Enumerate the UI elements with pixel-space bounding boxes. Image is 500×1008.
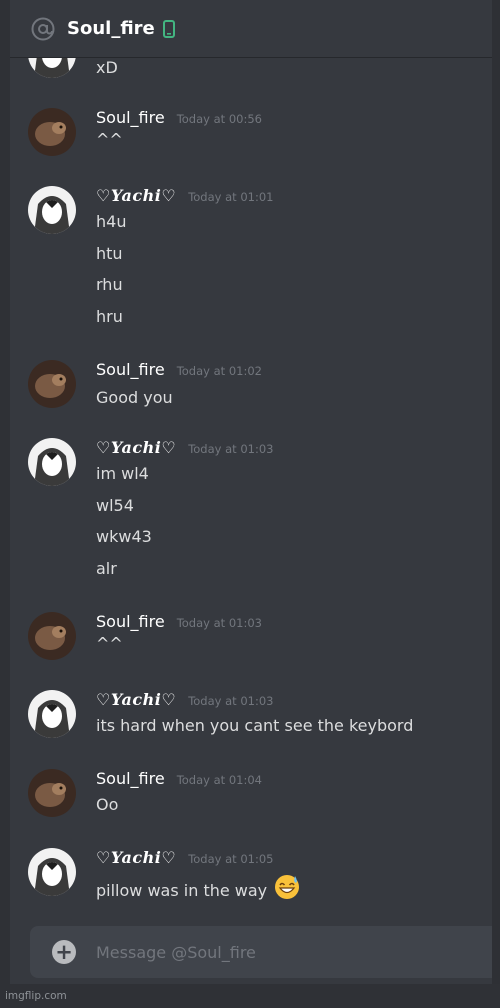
avatar[interactable]	[28, 186, 76, 234]
avatar[interactable]	[28, 438, 76, 486]
message-text: rhu	[96, 275, 123, 294]
timestamp: Today at 01:04	[176, 773, 262, 787]
side-strip	[0, 0, 10, 1008]
watermark: imgflip.com	[5, 990, 67, 1002]
username[interactable]: Soul_fire	[96, 360, 165, 379]
message-text: h4u	[96, 212, 127, 231]
message-text: xD	[96, 58, 118, 77]
message-text: Good you	[96, 388, 173, 407]
avatar[interactable]	[28, 58, 76, 78]
avatar[interactable]	[28, 108, 76, 156]
message-list: xD Soul_fire Today at 00:56 ^^ ♡Yachi♡ T…	[10, 58, 492, 920]
username[interactable]: Soul_fire	[96, 108, 165, 127]
mobile-phone-icon	[162, 19, 175, 38]
timestamp: Today at 01:01	[188, 190, 274, 204]
avatar[interactable]	[28, 360, 76, 408]
message-text: wl54	[96, 496, 134, 515]
channel-title: Soul_fire	[67, 18, 155, 39]
plus-circle-icon[interactable]: +	[52, 940, 76, 964]
avatar[interactable]	[28, 690, 76, 738]
username[interactable]: Soul_fire	[96, 612, 165, 631]
message-composer[interactable]: + Message @Soul_fire	[30, 926, 492, 978]
message-text: Oo	[96, 795, 119, 814]
message-text: pillow was in the way	[96, 874, 300, 904]
message-text: wkw43	[96, 527, 152, 546]
timestamp: Today at 01:03	[176, 616, 262, 630]
at-icon	[30, 16, 56, 42]
timestamp: Today at 01:03	[188, 694, 274, 708]
timestamp: Today at 01:03	[188, 442, 274, 456]
grinning-sweat-emoji	[274, 874, 300, 904]
message-text: ^^	[96, 130, 123, 149]
message-text: hru	[96, 307, 123, 326]
message-input[interactable]: Message @Soul_fire	[96, 943, 256, 962]
message-text-content: pillow was in the way	[96, 881, 268, 900]
timestamp: Today at 00:56	[176, 112, 262, 126]
username[interactable]: ♡Yachi♡	[96, 438, 176, 457]
username[interactable]: Soul_fire	[96, 769, 165, 788]
message-text: alr	[96, 559, 117, 578]
avatar[interactable]	[28, 769, 76, 817]
message-text: htu	[96, 244, 123, 263]
channel-header: Soul_fire	[10, 0, 492, 58]
footer-bar: imgflip.com	[0, 984, 500, 1008]
timestamp: Today at 01:02	[176, 364, 262, 378]
username[interactable]: ♡Yachi♡	[96, 186, 176, 205]
message-text: im wl4	[96, 464, 149, 483]
timestamp: Today at 01:05	[188, 852, 274, 866]
message-text: ^^	[96, 634, 123, 653]
avatar[interactable]	[28, 848, 76, 896]
avatar[interactable]	[28, 612, 76, 660]
username[interactable]: ♡Yachi♡	[96, 690, 176, 709]
scrollbar-track[interactable]	[492, 0, 500, 1008]
message-text: its hard when you cant see the keybord	[96, 716, 414, 735]
username[interactable]: ♡Yachi♡	[96, 848, 176, 867]
